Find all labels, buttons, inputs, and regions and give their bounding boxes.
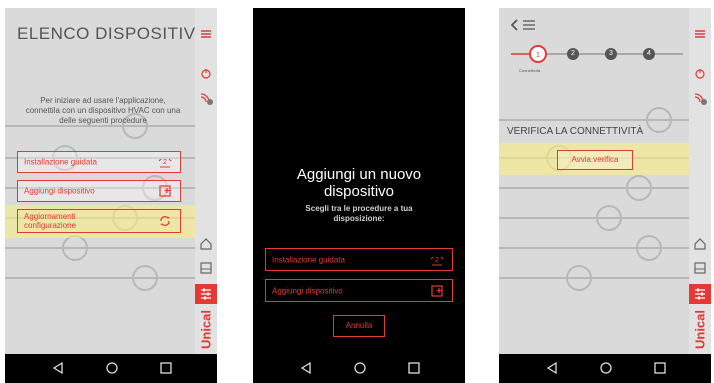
back-icon[interactable] — [51, 361, 65, 375]
wifi-off-icon[interactable] — [692, 90, 708, 106]
config-update-button[interactable]: Aggiornamenti configurazione — [17, 209, 181, 233]
dialog-add-device-button[interactable]: Aggiungi dispositivo — [265, 279, 453, 302]
android-nav-bar — [5, 354, 217, 383]
sliders-icon — [695, 288, 705, 300]
svg-text:2: 2 — [163, 159, 167, 166]
add-device-button[interactable]: Aggiungi dispositivo — [17, 180, 181, 202]
recents-icon[interactable] — [407, 361, 421, 375]
start-verify-button[interactable]: Avvia verifica — [557, 150, 633, 170]
power-icon[interactable] — [198, 66, 214, 82]
dialog-guided-install-label: Installazione guidata — [272, 255, 345, 264]
settings-tab[interactable] — [195, 284, 217, 304]
guided-install-button[interactable]: Installazione guidata 2 — [17, 151, 181, 173]
verify-heading: VERIFICA LA CONNETTIVITÀ — [507, 126, 644, 137]
back-icon[interactable] — [545, 361, 559, 375]
sliders-icon — [201, 288, 211, 300]
svg-text:2: 2 — [435, 257, 439, 264]
device-icon[interactable] — [692, 260, 708, 276]
home-nav-icon[interactable] — [353, 361, 367, 375]
step-label: Connettività — [519, 68, 541, 73]
dialog-guided-install-button[interactable]: Installazione guidata 2 — [265, 248, 453, 271]
add-device-icon — [159, 185, 171, 197]
device-icon[interactable] — [198, 260, 214, 276]
connectivity-check-screen: 1 2 3 4 Connettività VERIFICA LA CONNETT… — [499, 8, 711, 383]
dialog-add-device-label: Aggiungi dispositivo — [272, 286, 343, 295]
step-2[interactable]: 2 — [567, 48, 579, 60]
back-icon[interactable] — [299, 361, 313, 375]
step-1[interactable]: 1 — [529, 45, 547, 63]
menu-icon[interactable] — [198, 26, 214, 42]
home-icon[interactable] — [198, 236, 214, 252]
add-device-dialog-screen: Aggiungi un nuovo dispositivo Scegli tra … — [253, 8, 465, 383]
device-list-screen: ELENCO DISPOSITIVI Per iniziare ad usare… — [5, 8, 217, 383]
android-nav-bar — [499, 354, 711, 383]
home-nav-icon[interactable] — [105, 361, 119, 375]
page-title: ELENCO DISPOSITIVI — [17, 24, 201, 43]
recents-icon[interactable] — [159, 361, 173, 375]
cancel-button[interactable]: Annulla — [333, 315, 385, 337]
menu-icon[interactable] — [692, 26, 708, 42]
side-rail: Unical — [689, 8, 711, 354]
refresh-icon — [160, 216, 170, 226]
home-icon[interactable] — [692, 236, 708, 252]
config-update-label: Aggiornamenti configurazione — [24, 212, 77, 230]
recents-icon[interactable] — [653, 361, 667, 375]
wifi-off-icon[interactable] — [198, 90, 214, 106]
step-4[interactable]: 4 — [643, 48, 655, 60]
intro-text: Per iniziare ad usare l'applicazione, co… — [25, 96, 181, 125]
home-nav-icon[interactable] — [599, 361, 613, 375]
dialog-subtitle: Scegli tra le procedure a tua disposizion… — [305, 204, 413, 223]
dialog-title: Aggiungi un nuovo dispositivo — [296, 166, 422, 200]
power-icon[interactable] — [692, 66, 708, 82]
guided-install-label: Installazione guidata — [24, 157, 97, 167]
add-device-icon — [431, 284, 443, 297]
guided-install-icon: 2 — [430, 256, 444, 265]
guided-install-icon: 2 — [158, 158, 172, 168]
brand-logo: Unical — [692, 310, 708, 350]
step-3[interactable]: 3 — [605, 48, 617, 60]
back-sliders-icon[interactable] — [511, 18, 537, 32]
android-nav-bar — [253, 354, 465, 383]
settings-tab[interactable] — [689, 284, 711, 304]
side-rail: Unical — [195, 8, 217, 354]
brand-logo: Unical — [198, 310, 214, 350]
add-device-label: Aggiungi dispositivo — [24, 186, 95, 196]
